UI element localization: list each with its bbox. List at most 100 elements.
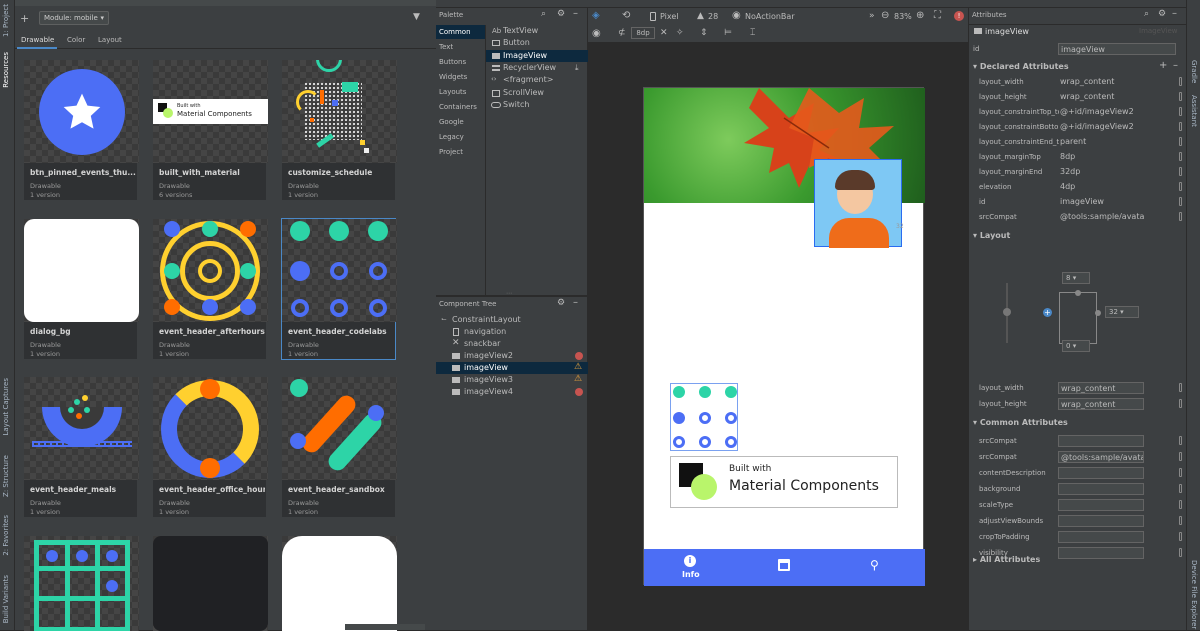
align-icon[interactable]: ⊨ xyxy=(724,28,732,38)
resource-card-dialog-bg[interactable]: dialog_bg Drawable 1 version xyxy=(23,218,139,360)
attr-flag-icon[interactable] xyxy=(1179,468,1182,477)
gear-icon[interactable]: ⚙ xyxy=(557,9,565,19)
attr-value-field[interactable]: wrap_content xyxy=(1058,76,1144,88)
attr-value-field[interactable] xyxy=(1058,435,1144,447)
category-text[interactable]: Text xyxy=(439,43,453,51)
attr-flag-icon[interactable] xyxy=(1179,516,1182,525)
bias-slider-thumb[interactable] xyxy=(1003,308,1011,316)
attr-flag-icon[interactable] xyxy=(1179,107,1182,116)
tree-item-imageview3[interactable]: imageView3 xyxy=(464,375,513,384)
tab-resources[interactable]: Resources xyxy=(2,52,10,88)
tab-gradle[interactable]: Gradle xyxy=(1190,60,1198,83)
attr-value-field[interactable]: imageView xyxy=(1058,196,1144,208)
pack-icon[interactable]: ⇕ xyxy=(700,28,708,38)
palette-item-fragment[interactable]: <fragment> xyxy=(503,75,553,84)
guidelines-icon[interactable]: ⌶ xyxy=(750,28,755,38)
attr-value-field[interactable]: wrap_content xyxy=(1058,382,1144,394)
all-attributes-header[interactable]: ▸ All Attributes xyxy=(973,555,1040,564)
tab-layout[interactable]: Layout xyxy=(98,36,122,44)
constraint-widget[interactable] xyxy=(1059,292,1097,344)
attr-value-field[interactable]: wrap_content xyxy=(1058,398,1144,410)
attr-value-field[interactable]: @+id/imageView2 xyxy=(1058,121,1144,133)
infer-constraints-icon[interactable]: ✧ xyxy=(676,28,684,38)
resource-card-codelabs[interactable]: event_header_codelabs Drawable 1 version xyxy=(281,218,397,360)
palette-item-switch[interactable]: Switch xyxy=(503,100,529,109)
tab-project[interactable]: 1: Project xyxy=(2,4,10,37)
category-project[interactable]: Project xyxy=(439,148,463,156)
category-buttons[interactable]: Buttons xyxy=(439,58,466,66)
gear-icon[interactable]: ⚙ xyxy=(1158,9,1166,19)
codelabs-imageview[interactable] xyxy=(670,383,738,451)
attr-flag-icon[interactable] xyxy=(1179,152,1182,161)
attr-value-field[interactable] xyxy=(1058,531,1144,543)
default-margin-select[interactable]: 8dp xyxy=(631,27,655,39)
minimize-icon[interactable]: – xyxy=(573,8,578,19)
attr-flag-icon[interactable] xyxy=(1179,197,1182,206)
tree-item-imageview[interactable]: imageView xyxy=(464,363,508,372)
category-common[interactable]: Common xyxy=(439,28,471,36)
module-select[interactable]: Module: mobile ▾ xyxy=(39,11,109,25)
layout-section-header[interactable]: ▾ Layout xyxy=(973,231,1010,240)
resource-card-white[interactable] xyxy=(281,535,397,631)
zoom-slider[interactable] xyxy=(345,624,425,630)
tab-layout-captures[interactable]: Layout Captures xyxy=(2,378,10,436)
nav-label-info[interactable]: Info xyxy=(682,570,700,579)
attr-flag-icon[interactable] xyxy=(1179,500,1182,509)
tab-assistant[interactable]: Assistant xyxy=(1190,95,1198,127)
layers-icon[interactable]: ◈ xyxy=(592,10,600,21)
resource-card-office-hours[interactable]: event_header_office_hours Drawable 1 ver… xyxy=(152,376,268,518)
calendar-icon[interactable] xyxy=(778,559,790,571)
tab-favorites[interactable]: 2: Favorites xyxy=(2,515,10,556)
add-resource-button[interactable]: + xyxy=(20,12,29,25)
attr-flag-icon[interactable] xyxy=(1179,399,1182,408)
attr-value-field[interactable] xyxy=(1058,467,1144,479)
filter-icon[interactable]: ▼ xyxy=(413,12,420,22)
attr-flag-icon[interactable] xyxy=(1179,484,1182,493)
tree-item-constraintlayout[interactable]: ConstraintLayout xyxy=(452,315,521,324)
zoom-in-icon[interactable]: ⊕ xyxy=(916,10,924,21)
palette-item-scrollview[interactable]: ScrollView xyxy=(503,88,544,97)
attr-flag-icon[interactable] xyxy=(1179,436,1182,445)
attr-flag-icon[interactable] xyxy=(1179,212,1182,221)
zoom-fit-icon[interactable]: ⛶ xyxy=(934,10,941,21)
remove-attribute-button[interactable]: – xyxy=(1173,60,1178,71)
attr-value-field[interactable] xyxy=(1058,515,1144,527)
error-icon[interactable] xyxy=(575,388,583,396)
tab-device-file-explorer[interactable]: Device File Explorer xyxy=(1190,560,1198,629)
gear-icon[interactable]: ⚙ xyxy=(557,298,565,308)
resource-card-grid[interactable] xyxy=(23,535,139,631)
attr-flag-icon[interactable] xyxy=(1179,452,1182,461)
attr-value-field[interactable] xyxy=(1058,483,1144,495)
attr-id-field[interactable]: imageView xyxy=(1058,43,1176,55)
minimize-icon[interactable]: – xyxy=(1172,8,1177,19)
category-widgets[interactable]: Widgets xyxy=(439,73,467,81)
search-icon[interactable]: ⌕ xyxy=(541,9,546,19)
attr-value-field[interactable]: @tools:sample/avatars[0] xyxy=(1058,451,1144,463)
magnet-icon[interactable]: ⊄ xyxy=(618,28,626,38)
attr-value-field[interactable]: 8dp xyxy=(1058,151,1144,163)
resource-card-dark[interactable] xyxy=(152,535,268,631)
declared-attributes-header[interactable]: ▾ Declared Attributes xyxy=(973,62,1069,71)
attr-flag-icon[interactable] xyxy=(1179,77,1182,86)
tab-drawable[interactable]: Drawable xyxy=(21,36,54,44)
constraint-top-select[interactable]: 8 ▾ xyxy=(1062,272,1090,284)
attr-flag-icon[interactable] xyxy=(1179,548,1182,557)
attr-flag-icon[interactable] xyxy=(1179,182,1182,191)
resource-card-btn-pinned[interactable]: btn_pinned_events_thu... Drawable 1 vers… xyxy=(23,59,139,201)
constraint-right-select[interactable]: 32 ▾ xyxy=(1105,306,1139,318)
category-layouts[interactable]: Layouts xyxy=(439,88,466,96)
add-attribute-button[interactable]: + xyxy=(1159,60,1167,71)
tab-structure[interactable]: Z: Structure xyxy=(2,455,10,497)
attr-value-field[interactable]: wrap_content xyxy=(1058,91,1144,103)
attr-value-field[interactable] xyxy=(1058,499,1144,511)
tree-item-navigation[interactable]: navigation xyxy=(464,327,506,336)
attr-flag-icon[interactable] xyxy=(1179,92,1182,101)
search-icon[interactable]: ⌕ xyxy=(1144,9,1149,19)
tab-color[interactable]: Color xyxy=(67,36,85,44)
attr-value-field[interactable]: 32dp xyxy=(1058,166,1144,178)
attr-value-field[interactable] xyxy=(1058,547,1144,559)
constraint-handle-right[interactable] xyxy=(1095,310,1101,316)
device-select[interactable]: Pixel xyxy=(660,12,679,21)
download-icon[interactable]: ⤓ xyxy=(575,63,579,73)
minimize-icon[interactable]: – xyxy=(573,297,578,308)
